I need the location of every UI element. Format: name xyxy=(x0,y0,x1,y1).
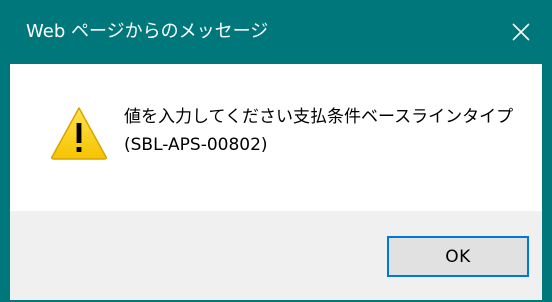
dialog-title: Web ページからのメッセージ xyxy=(26,21,269,42)
dialog-footer: OK xyxy=(10,211,542,300)
close-icon xyxy=(512,23,530,41)
error-code: (SBL-APS-00802) xyxy=(124,135,268,155)
title-bar[interactable]: Web ページからのメッセージ xyxy=(0,0,552,64)
message-text: 値を入力してください支払条件ベースラインタイプ (SBL-APS-00802) xyxy=(124,103,534,159)
message-line: 値を入力してください支払条件ベースラインタイプ xyxy=(124,107,514,127)
close-button[interactable] xyxy=(490,0,552,64)
ok-button[interactable]: OK xyxy=(387,236,529,277)
dialog-content: 値を入力してください支払条件ベースラインタイプ (SBL-APS-00802) xyxy=(10,64,542,211)
ok-button-label: OK xyxy=(445,246,471,267)
warning-icon xyxy=(51,107,107,160)
message-dialog: Web ページからのメッセージ 値を入力してください支払条件ベースラインタイプ … xyxy=(0,0,552,302)
